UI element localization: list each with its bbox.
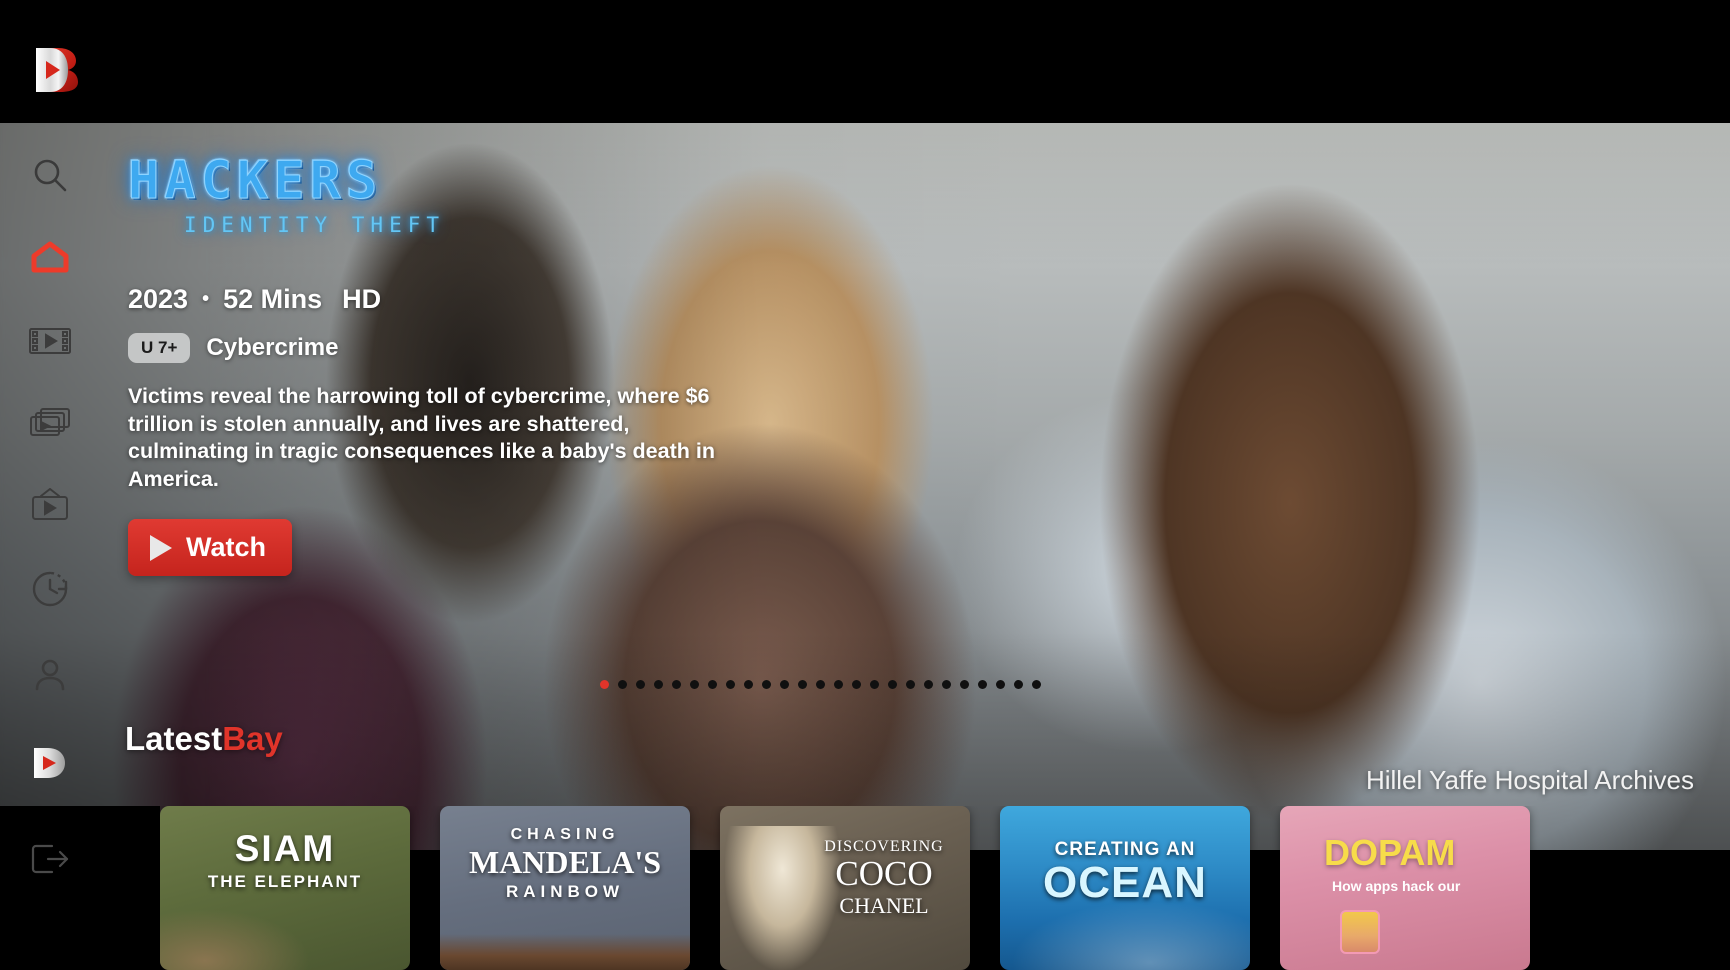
carousel-dot[interactable] [690,680,699,689]
carousel-dot[interactable] [906,680,915,689]
hero-genre: Cybercrime [206,334,339,361]
hero-quality: HD [342,284,382,314]
hero-meta-separator: • [202,288,210,310]
hero-duration: 52 Mins [223,284,323,314]
stacked-cards-icon [29,407,71,439]
card-title-line2: COCO [835,854,933,893]
logout-icon [30,843,70,875]
show-title-subtitle: IDENTITY THEFT [184,213,446,237]
list-item[interactable]: SIAM THE ELEPHANT [160,806,410,970]
carousel-dot[interactable] [960,680,969,689]
sidebar-item-home[interactable] [18,225,82,289]
card-title-line2: THE ELEPHANT [207,872,363,891]
hero-metadata-row: 2023 • 52 Mins HD [128,284,848,315]
tv-icon [30,488,70,522]
carousel-dot[interactable] [708,680,717,689]
card-title-line2: How apps hack our [1332,878,1461,894]
carousel-dot[interactable] [1014,680,1023,689]
hero-badge-row: U 7+ Cybercrime [128,333,848,363]
card-title-line2: OCEAN [1043,858,1207,907]
sidebar-nav [0,123,100,970]
hero-year: 2023 [128,284,189,314]
card-title-line1: DOPAM [1324,832,1456,873]
carousel-dot[interactable] [996,680,1005,689]
carousel-dot[interactable] [672,680,681,689]
carousel-dot[interactable] [870,680,879,689]
carousel-dot[interactable] [762,680,771,689]
sidebar-item-bay-play[interactable] [18,731,82,795]
latest-cards-rail[interactable]: SIAM THE ELEPHANT CHASING MANDELA'S RAIN… [160,806,1730,970]
play-badge-icon [28,743,72,783]
film-strip-icon [29,326,71,356]
hero-carousel-dots[interactable] [600,680,1041,689]
carousel-dot[interactable] [600,680,609,689]
bay-play-logo-icon[interactable] [28,42,80,96]
age-rating-badge: U 7+ [128,333,191,363]
show-title-main: HACKERS [128,151,383,211]
sidebar-item-live-tv[interactable] [18,473,82,537]
sidebar-item-movies[interactable] [18,309,82,373]
person-icon [31,656,69,694]
latest-title-prefix: Latest [125,720,223,757]
sidebar-item-series[interactable] [18,391,82,455]
carousel-dot[interactable] [798,680,807,689]
watch-button[interactable]: Watch [128,519,292,577]
hero-synopsis: Victims reveal the harrowing toll of cyb… [128,384,715,491]
play-triangle-icon [150,534,172,561]
carousel-dot[interactable] [1032,680,1041,689]
carousel-dot[interactable] [816,680,825,689]
hero-content: HACKERS IDENTITY THEFT 2023 • 52 Mins HD… [128,155,848,577]
search-icon [31,156,69,194]
carousel-dot[interactable] [618,680,627,689]
card-title-line1: CHASING [510,826,620,843]
carousel-dot[interactable] [726,680,735,689]
carousel-dot[interactable] [636,680,645,689]
card-title-line2: MANDELA'S [468,844,661,880]
card-inset-photo [1340,910,1380,954]
carousel-dot[interactable] [942,680,951,689]
latest-title-accent: Bay [222,720,283,757]
list-item[interactable]: CHASING MANDELA'S RAINBOW [440,806,690,970]
hero-attribution: Hillel Yaffe Hospital Archives [1365,765,1694,795]
top-bar [0,0,1730,123]
sidebar-item-logout[interactable] [18,827,82,891]
home-icon [29,238,71,276]
sidebar-item-search[interactable] [18,143,82,207]
carousel-dot[interactable] [888,680,897,689]
carousel-dot[interactable] [780,680,789,689]
carousel-dot[interactable] [654,680,663,689]
sidebar-item-profile[interactable] [18,643,82,707]
carousel-dot[interactable] [924,680,933,689]
show-title-logo: HACKERS IDENTITY THEFT [128,155,468,250]
list-item[interactable]: DOPAM How apps hack our [1280,806,1530,970]
watch-button-label: Watch [186,532,266,563]
carousel-dot[interactable] [834,680,843,689]
card-title-line3: CHANEL [839,892,929,918]
carousel-dot[interactable] [978,680,987,689]
latest-section-title: LatestBay [125,720,283,758]
clock-history-icon [30,569,70,609]
sidebar-item-history[interactable] [18,557,82,621]
card-title-line1: SIAM [234,828,336,869]
streaming-app-window: HACKERS IDENTITY THEFT 2023 • 52 Mins HD… [0,0,1730,970]
list-item[interactable]: CREATING AN OCEAN [1000,806,1250,970]
list-item[interactable]: DISCOVERING COCO CHANEL [720,806,970,970]
card-title-line3: RAINBOW [505,882,625,901]
carousel-dot[interactable] [852,680,861,689]
carousel-dot[interactable] [744,680,753,689]
